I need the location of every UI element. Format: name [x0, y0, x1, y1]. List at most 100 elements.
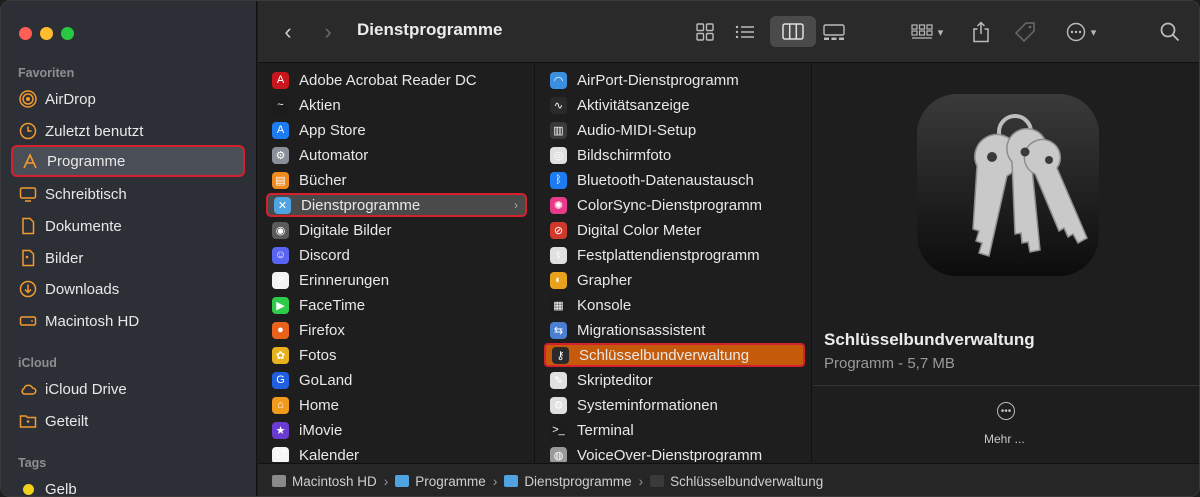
list-item-grapher[interactable]: ◐ Grapher	[544, 268, 805, 292]
list-item-erinnerungen[interactable]: ≡ Erinnerungen	[266, 268, 527, 292]
action-button[interactable]: ▾	[1060, 17, 1102, 47]
list-item-bücher[interactable]: ▤ Bücher	[266, 168, 527, 192]
close-button[interactable]	[19, 27, 32, 40]
sidebar-item-desktop[interactable]: Schreibtisch	[11, 178, 245, 210]
list-item-dienstprogramme[interactable]: ✕ Dienstprogramme ›	[266, 193, 527, 217]
share-button[interactable]	[970, 17, 992, 47]
list-item-label: Aktien	[299, 96, 341, 114]
list-item-app-store[interactable]: A App Store	[266, 118, 527, 142]
list-item-digital-color-meter[interactable]: ⊘ Digital Color Meter	[544, 218, 805, 242]
list-icon	[735, 25, 754, 39]
sidebar-item-tag-yellow[interactable]: Gelb	[11, 473, 245, 497]
breadcrumb-item[interactable]: Programme	[395, 474, 486, 489]
list-item-skripteditor[interactable]: ✎ Skripteditor	[544, 368, 805, 392]
keychain-app-icon	[917, 94, 1099, 276]
harddrive-icon	[18, 311, 38, 331]
more-icon[interactable]: •••	[997, 402, 1015, 420]
desktop-icon	[18, 184, 38, 204]
zoom-button[interactable]	[61, 27, 74, 40]
sidebar-item-label: Geteilt	[45, 412, 89, 430]
more-button[interactable]: Mehr ...	[984, 432, 1025, 446]
downloads-icon	[18, 279, 38, 299]
list-item-imovie[interactable]: ★ iMovie	[266, 418, 527, 442]
list-item-firefox[interactable]: ● Firefox	[266, 318, 527, 342]
sidebar-item-documents[interactable]: Dokumente	[11, 210, 245, 242]
list-item-label: AirPort-Dienstprogramm	[577, 71, 739, 89]
list-item-goland[interactable]: G GoLand	[266, 368, 527, 392]
list-item-facetime[interactable]: ▶ FaceTime	[266, 293, 527, 317]
sidebar-item-label: Gelb	[45, 480, 77, 497]
sidebar-item-macintosh-hd[interactable]: Macintosh HD	[11, 305, 245, 337]
column-utilities: ◠ AirPort-Dienstprogramm ∿ Aktivitätsanzeig…	[536, 64, 812, 462]
tag-dot-icon	[18, 479, 38, 496]
window-controls	[19, 27, 74, 40]
list-item-colorsync-dienstprogramm[interactable]: ✺ ColorSync-Dienstprogramm	[544, 193, 805, 217]
app-icon: ▶	[272, 296, 289, 314]
list-item-bluetooth-datenaustausch[interactable]: ᛒ Bluetooth-Datenaustausch	[544, 168, 805, 192]
forward-button[interactable]: ›	[318, 17, 338, 47]
preview-subtitle: Programm - 5,7 MB	[824, 355, 955, 372]
search-icon	[1160, 22, 1180, 42]
list-item-festplattendienstprogramm[interactable]: ⚕ Festplattendienstprogramm	[544, 243, 805, 267]
list-item-bildschirmfoto[interactable]: ◎ Bildschirmfoto	[544, 143, 805, 167]
shared-folder-icon	[18, 411, 38, 431]
search-button[interactable]	[1158, 17, 1182, 47]
list-item-discord[interactable]: ☺ Discord	[266, 243, 527, 267]
icon-view-button[interactable]	[692, 17, 718, 47]
sidebar-item-label: Zuletzt benutzt	[45, 122, 144, 140]
document-icon	[18, 216, 38, 236]
sidebar-item-shared[interactable]: Geteilt	[11, 405, 245, 437]
sidebar-item-airdrop[interactable]: AirDrop	[11, 83, 245, 115]
sidebar-item-label: AirDrop	[45, 90, 96, 108]
list-item-adobe-acrobat-reader-dc[interactable]: A Adobe Acrobat Reader DC	[266, 68, 527, 92]
list-item-aktivitätsanzeige[interactable]: ∿ Aktivitätsanzeige	[544, 93, 805, 117]
list-item-terminal[interactable]: >_ Terminal	[544, 418, 805, 442]
sidebar-section-icloud: iCloud	[18, 356, 57, 370]
breadcrumb-item[interactable]: Macintosh HD	[272, 474, 377, 489]
column-view-button[interactable]	[770, 16, 816, 47]
list-item-fotos[interactable]: ✿ Fotos	[266, 343, 527, 367]
list-view-button[interactable]	[732, 17, 758, 47]
sidebar-item-pictures[interactable]: Bilder	[11, 242, 245, 274]
breadcrumb-item[interactable]: Schlüsselbundverwaltung	[650, 474, 823, 489]
list-item-schlüsselbundverwaltung[interactable]: ⚷ Schlüsselbundverwaltung	[544, 343, 805, 367]
list-item-label: Erinnerungen	[299, 271, 390, 289]
list-item-home[interactable]: ⌂ Home	[266, 393, 527, 417]
sidebar-item-downloads[interactable]: Downloads	[11, 273, 245, 305]
tag-button[interactable]	[1013, 17, 1037, 47]
breadcrumb-label: Programme	[415, 473, 486, 489]
list-item-voiceover-dienstprogramm[interactable]: ◍ VoiceOver-Dienstprogramm	[544, 443, 805, 462]
list-item-migrationsassistent[interactable]: ⇆ Migrationsassistent	[544, 318, 805, 342]
sidebar-item-label: Macintosh HD	[45, 312, 140, 330]
list-item-kalender[interactable]: 17 Kalender	[266, 443, 527, 462]
list-item-label: Discord	[299, 246, 350, 264]
list-item-digitale-bilder[interactable]: ◉ Digitale Bilder	[266, 218, 527, 242]
toolbar: ‹ › Dienstprogramme ▾ ▾	[258, 1, 1199, 63]
list-item-airport-dienstprogramm[interactable]: ◠ AirPort-Dienstprogramm	[544, 68, 805, 92]
app-icon: ᛒ	[550, 171, 567, 189]
list-item-label: FaceTime	[299, 296, 366, 314]
back-button[interactable]: ‹	[278, 17, 298, 47]
sidebar-item-recents[interactable]: Zuletzt benutzt	[11, 115, 245, 147]
list-item-konsole[interactable]: ▦ Konsole	[544, 293, 805, 317]
minimize-button[interactable]	[40, 27, 53, 40]
window-title: Dienstprogramme	[357, 20, 503, 39]
gallery-view-button[interactable]	[820, 17, 848, 47]
app-icon: ✺	[550, 196, 567, 214]
path-bar: Macintosh HD › Programme › Dienstprogramme › S…	[258, 463, 1199, 496]
list-item-aktien[interactable]: ~ Aktien	[266, 93, 527, 117]
app-icon: ≡	[272, 271, 289, 289]
breadcrumb-item[interactable]: Dienstprogramme	[504, 474, 632, 489]
list-item-audio-midi-setup[interactable]: ▥ Audio-MIDI-Setup	[544, 118, 805, 142]
sidebar-item-applications[interactable]: Programme	[11, 145, 245, 177]
sidebar-item-icloud-drive[interactable]: iCloud Drive	[11, 373, 245, 405]
sidebar-item-label: Bilder	[45, 249, 84, 267]
list-item-systeminformationen[interactable]: ⚙ Systeminformationen	[544, 393, 805, 417]
list-item-label: Systeminformationen	[577, 396, 718, 414]
list-item-automator[interactable]: ⚙ Automator	[266, 143, 527, 167]
group-button[interactable]: ▾	[906, 17, 948, 47]
list-item-label: Automator	[299, 146, 369, 164]
sidebar-item-label: Programme	[47, 152, 126, 170]
list-item-label: Bücher	[299, 171, 347, 189]
app-icon: ⚙	[272, 146, 289, 164]
